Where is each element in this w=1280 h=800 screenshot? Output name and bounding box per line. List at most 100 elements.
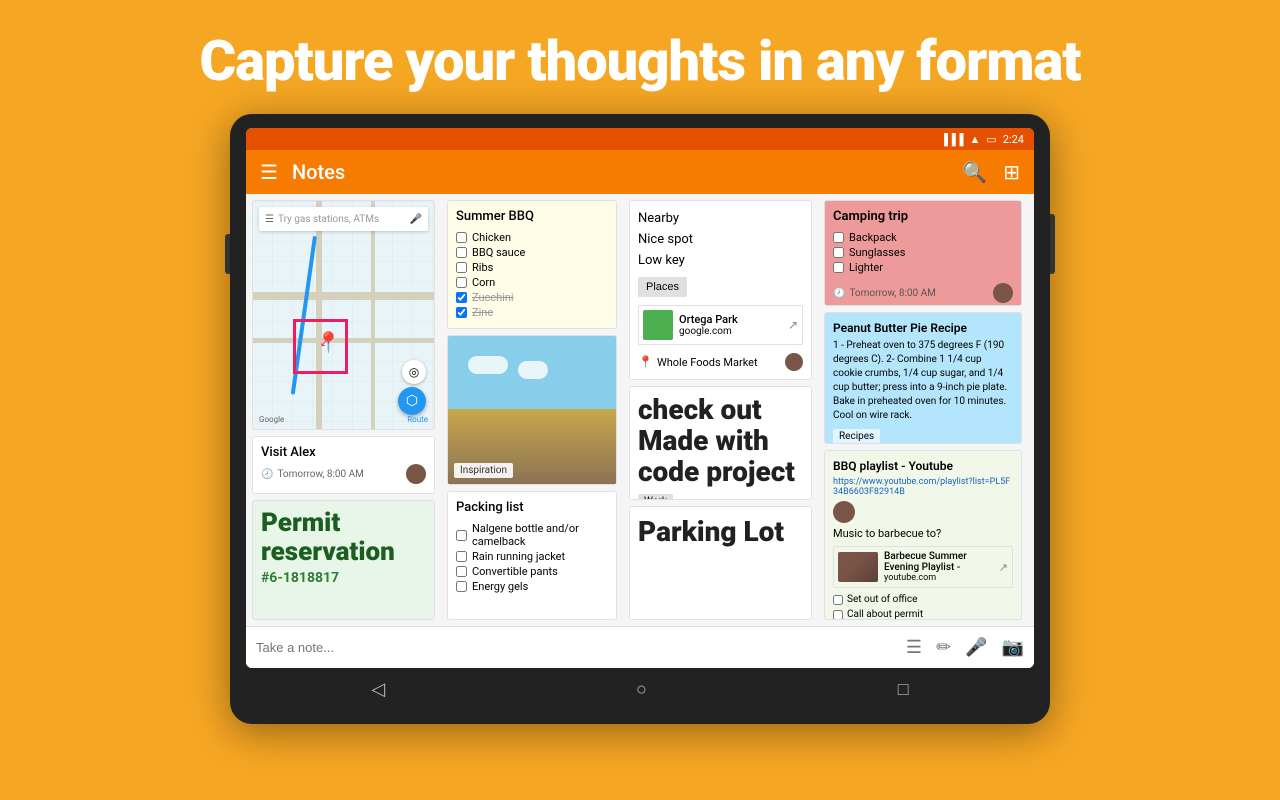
places-button[interactable]: Places	[638, 277, 687, 297]
visitor-center-info: Google Visitor Center 4.5 ★★★★ (31)	[253, 429, 434, 430]
bbq-check-6[interactable]	[456, 307, 467, 318]
page-wrapper: Capture your thoughts in any format ▐▐▐ …	[0, 0, 1280, 800]
bbq-playlist-card[interactable]: BBQ playlist - Youtube https://www.youtu…	[824, 450, 1022, 620]
packing-card[interactable]: Packing list Nalgene bottle and/or camel…	[447, 491, 617, 620]
status-battery-icon: ▭	[986, 133, 996, 146]
camping-reminder: 🕗 Tomorrow, 8:00 AM	[833, 283, 1013, 303]
summer-bbq-card[interactable]: Summer BBQ Chicken BBQ sauce	[447, 200, 617, 329]
bbq-check-2[interactable]	[456, 247, 467, 258]
mic-icon[interactable]: 🎤	[965, 637, 987, 658]
summer-bbq-title: Summer BBQ	[456, 209, 608, 224]
pb-pie-card[interactable]: Peanut Butter Pie Recipe 1 - Preheat ove…	[824, 312, 1022, 445]
grid-view-icon[interactable]: ⊞	[1003, 160, 1020, 184]
note-input[interactable]	[256, 640, 898, 655]
pack-check-1[interactable]	[456, 530, 467, 541]
yt-link-icon[interactable]: ↗	[999, 561, 1008, 574]
bbq-check-4[interactable]	[456, 277, 467, 288]
place-thumb	[643, 310, 673, 340]
map-mic-icon[interactable]: 🎤	[410, 214, 422, 225]
notes-grid: 📍 ↓ ◎ ⬡ Google Route	[246, 194, 1034, 626]
home-button[interactable]: ○	[616, 673, 667, 706]
permit-title: Permit reservation	[261, 509, 426, 566]
bbq-check-5[interactable]	[456, 292, 467, 303]
camp-time: Tomorrow, 8:00 AM	[849, 288, 935, 299]
code-project-card[interactable]: check out Made with code project Work	[629, 386, 812, 500]
yt-thumbnail	[838, 552, 878, 582]
map-note-card[interactable]: 📍 ↓ ◎ ⬡ Google Route	[252, 200, 435, 430]
place-item[interactable]: Ortega Park google.com ↗	[638, 305, 803, 345]
cloud-1	[468, 356, 508, 374]
status-signal-icon: ▐▐▐	[940, 133, 963, 146]
pack-check-4[interactable]	[456, 581, 467, 592]
cloud-2	[518, 361, 548, 379]
status-bar: ▐▐▐ ▲ ▭ 2:24	[246, 128, 1034, 150]
place-info: Ortega Park google.com	[679, 313, 738, 337]
recents-button[interactable]: □	[878, 673, 929, 706]
bbq-playlist-title: BBQ playlist - Youtube	[833, 459, 1013, 473]
camp-check-2[interactable]	[833, 247, 844, 258]
packing-title: Packing list	[456, 500, 608, 515]
map-search-placeholder: Try gas stations, ATMs	[278, 214, 410, 225]
pack-item-4: Energy gels	[456, 579, 608, 594]
map-route-link[interactable]: Route	[407, 415, 428, 424]
app-bar: ☰ Notes 🔍 ⊞	[246, 150, 1034, 194]
bbq-video-thumb[interactable]: Barbecue Summer Evening Playlist - youtu…	[833, 546, 1013, 588]
bar-icons: 🔍 ⊞	[962, 160, 1020, 184]
camp-check-3[interactable]	[833, 262, 844, 273]
place-domain: google.com	[679, 326, 738, 337]
permit-card[interactable]: Permit reservation #6-1818817	[252, 500, 435, 620]
avatar	[406, 464, 426, 484]
bbq-music-text: Music to barbecue to?	[833, 527, 1013, 540]
map-search-bar[interactable]: ☰ Try gas stations, ATMs 🎤	[259, 207, 428, 231]
clock-icon: 🕗	[261, 469, 273, 480]
code-project-text: check out Made with code project	[638, 395, 803, 487]
notes-col-1: 📍 ↓ ◎ ⬡ Google Route	[246, 194, 441, 626]
office-check[interactable]	[833, 595, 843, 605]
photo-card[interactable]: Inspiration	[447, 335, 617, 485]
whole-foods-label: Whole Foods Market	[657, 356, 758, 369]
inspiration-tag: Inspiration	[454, 463, 513, 478]
search-icon[interactable]: 🔍	[962, 160, 987, 184]
map-menu-icon: ☰	[265, 214, 274, 225]
page-header: Capture your thoughts in any format	[0, 0, 1280, 114]
camp-check-1[interactable]	[833, 232, 844, 243]
pack-item-1: Nalgene bottle and/or camelback	[456, 521, 608, 549]
parking-text: Parking Lot	[638, 515, 803, 548]
recipes-tag: Recipes	[833, 429, 880, 444]
status-time: 2:24	[1003, 133, 1024, 146]
permit-number: #6-1818817	[261, 570, 426, 586]
external-link-icon[interactable]: ↗	[788, 318, 798, 332]
edit-icon[interactable]: ✏	[936, 637, 951, 658]
camping-card[interactable]: Camping trip Backpack Sunglasses	[824, 200, 1022, 306]
camp-avatar	[993, 283, 1013, 303]
toolbar-icons: ☰ ✏ 🎤 📷	[906, 637, 1024, 658]
pack-check-3[interactable]	[456, 566, 467, 577]
hamburger-icon[interactable]: ☰	[260, 160, 278, 184]
location-btn[interactable]: ◎	[402, 360, 426, 384]
notes-col-3: Nearby Nice spot Low key Places Ortega P…	[623, 194, 818, 626]
list-icon[interactable]: ☰	[906, 637, 922, 658]
parking-card[interactable]: Parking Lot	[629, 506, 812, 620]
bottom-nav: ◁ ○ □	[246, 668, 1034, 710]
pack-check-2[interactable]	[456, 551, 467, 562]
visit-alex-reminder: 🕗 Tomorrow, 8:00 AM	[261, 464, 426, 484]
nearby-line-3: Low key	[638, 251, 803, 272]
visit-alex-card[interactable]: Visit Alex 🕗 Tomorrow, 8:00 AM	[252, 436, 435, 494]
nearby-line-2: Nice spot	[638, 230, 803, 251]
notes-col-4: Camping trip Backpack Sunglasses	[818, 194, 1028, 626]
nearby-card[interactable]: Nearby Nice spot Low key Places Ortega P…	[629, 200, 812, 380]
pb-title: Peanut Butter Pie Recipe	[833, 321, 1013, 335]
bbq-check-3[interactable]	[456, 262, 467, 273]
bbq-url: https://www.youtube.com/playlist?list=PL…	[833, 477, 1013, 497]
permit-check[interactable]	[833, 610, 843, 620]
camping-title: Camping trip	[833, 209, 1013, 224]
bbq-check-1[interactable]	[456, 232, 467, 243]
notes-col-2: Summer BBQ Chicken BBQ sauce	[441, 194, 623, 626]
back-button[interactable]: ◁	[351, 673, 405, 706]
app-title: Notes	[292, 160, 962, 184]
camera-icon[interactable]: 📷	[1002, 637, 1024, 658]
navigate-btn[interactable]: ⬡	[398, 387, 426, 415]
bbq-item-2: BBQ sauce	[456, 245, 608, 260]
bbq-item-6: Zinc	[456, 305, 608, 320]
pb-text: 1 - Preheat oven to 375 degrees F (190 d…	[833, 339, 1013, 423]
